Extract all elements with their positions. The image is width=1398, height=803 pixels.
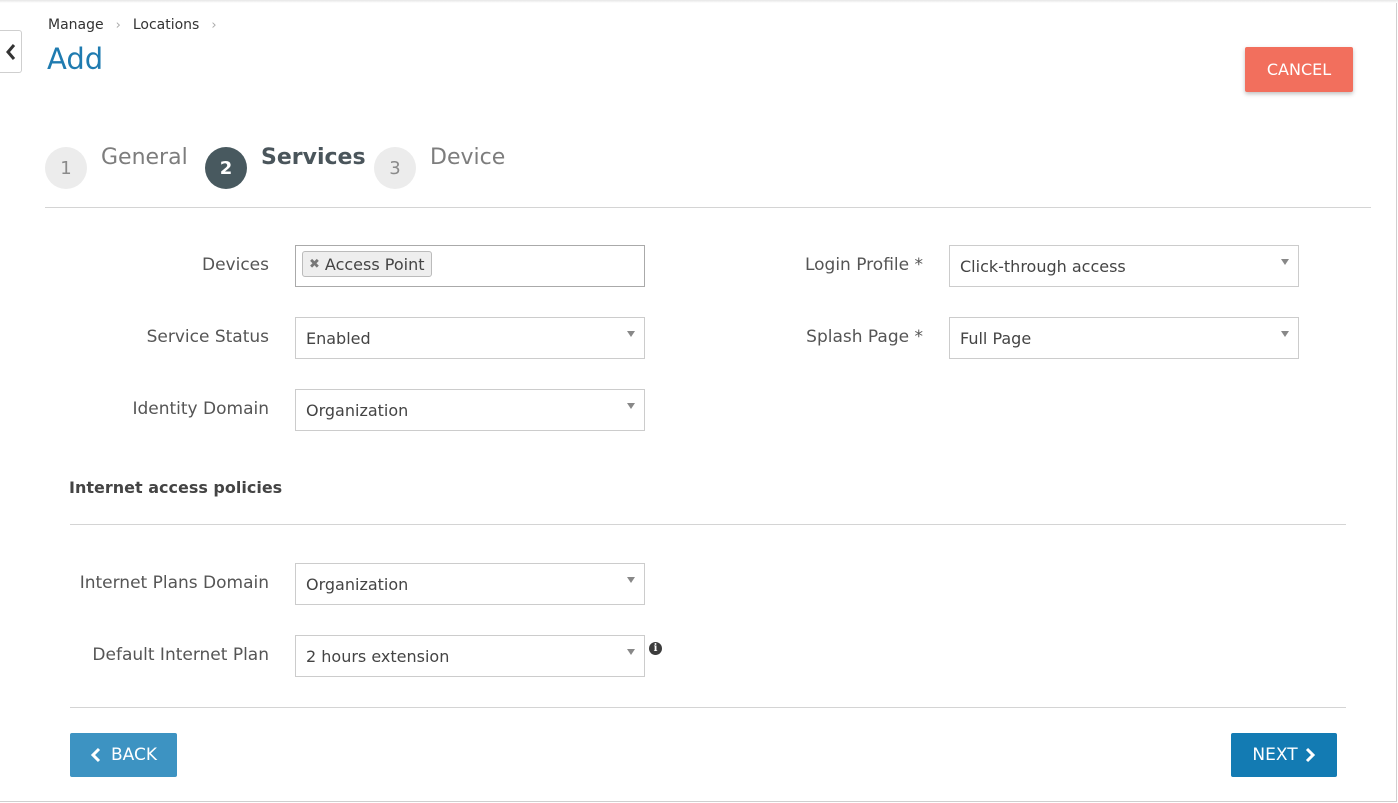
dropdown-caret-icon [627, 577, 635, 583]
select-value: 2 hours extension [306, 647, 450, 666]
breadcrumb-chevron-icon: › [211, 17, 217, 33]
step-label: Device [430, 145, 506, 170]
back-button-label: BACK [110, 745, 157, 765]
select-value: Full Page [960, 329, 1032, 348]
breadcrumb-chevron-icon: › [115, 17, 121, 33]
step-number: 2 [205, 147, 247, 189]
back-button[interactable]: BACK [70, 733, 177, 777]
cancel-button[interactable]: CANCEL [1245, 47, 1353, 92]
splash-page-label: Splash Page * [806, 327, 923, 347]
step-number: 3 [374, 147, 416, 189]
internet-plans-domain-label: Internet Plans Domain [79, 573, 269, 593]
dropdown-caret-icon [627, 649, 635, 655]
dropdown-caret-icon [627, 403, 635, 409]
login-profile-select[interactable]: Click-through access [949, 245, 1299, 287]
top-shadow [0, 0, 1398, 3]
identity-domain-select[interactable]: Organization [295, 389, 645, 431]
login-profile-label: Login Profile * [804, 255, 923, 275]
select-value: Click-through access [960, 257, 1126, 276]
step-number: 1 [45, 147, 87, 189]
default-internet-plan-select[interactable]: 2 hours extension [295, 635, 645, 677]
default-internet-plan-label: Default Internet Plan [92, 645, 269, 665]
chevron-right-icon [1305, 747, 1315, 763]
device-tag: ✖ Access Point [302, 251, 432, 277]
select-value: Organization [306, 575, 409, 594]
breadcrumb-locations[interactable]: Locations [133, 17, 200, 33]
steps-divider [45, 207, 1371, 208]
step-device[interactable]: 3 Device [374, 143, 505, 189]
chevron-left-icon [5, 43, 15, 60]
page-title: Add [47, 42, 104, 76]
service-status-label: Service Status [146, 327, 269, 347]
page-frame: Manage › Locations › Add CANCEL 1 Genera… [0, 0, 1398, 802]
dropdown-caret-icon [1281, 259, 1289, 265]
breadcrumb-manage[interactable]: Manage [48, 17, 104, 33]
section-divider [70, 524, 1346, 525]
identity-domain-label: Identity Domain [132, 399, 269, 419]
tag-remove-icon[interactable]: ✖ [309, 257, 320, 272]
splash-page-select[interactable]: Full Page [949, 317, 1299, 359]
chevron-left-icon [90, 747, 101, 763]
select-value: Enabled [306, 329, 371, 348]
next-button-label: NEXT [1252, 745, 1298, 765]
devices-multiselect[interactable]: ✖ Access Point [295, 245, 645, 287]
dropdown-caret-icon [627, 331, 635, 337]
step-general[interactable]: 1 General [45, 143, 188, 189]
internet-policies-title: Internet access policies [69, 478, 283, 497]
step-label: Services [261, 145, 366, 170]
service-status-select[interactable]: Enabled [295, 317, 645, 359]
internet-plans-domain-select[interactable]: Organization [295, 563, 645, 605]
next-button[interactable]: NEXT [1231, 733, 1337, 777]
sidebar-collapse-button[interactable] [0, 30, 22, 73]
step-services[interactable]: 2 Services [205, 143, 366, 189]
info-icon[interactable]: i [649, 642, 662, 655]
footer-divider [70, 707, 1346, 708]
device-tag-label: Access Point [324, 254, 425, 274]
dropdown-caret-icon [1281, 331, 1289, 337]
devices-label: Devices [202, 255, 269, 275]
select-value: Organization [306, 401, 409, 420]
breadcrumb: Manage › Locations › [48, 17, 229, 33]
step-label: General [101, 145, 188, 170]
